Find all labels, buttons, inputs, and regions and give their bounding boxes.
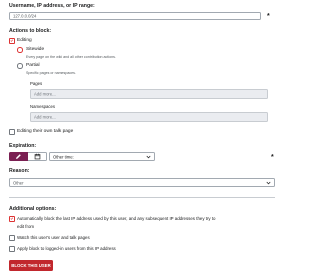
reason-select[interactable]: Other xyxy=(9,178,275,187)
namespaces-placeholder: Add more... xyxy=(34,114,56,120)
sitewide-description: Every page on the wiki and all other con… xyxy=(26,55,116,59)
target-input[interactable]: 127.0.0.0/24 xyxy=(9,12,261,20)
additional-options-label: Additional options: xyxy=(9,206,57,212)
pencil-icon xyxy=(16,154,21,159)
expiration-required-asterisk: * xyxy=(271,154,274,161)
check-icon xyxy=(10,39,14,43)
autoblock-label-line2: edit from xyxy=(17,224,35,229)
expiration-mode-toggle xyxy=(9,152,47,161)
pages-input[interactable]: Add more... xyxy=(30,89,268,99)
target-input-value: 127.0.0.0/24 xyxy=(13,13,37,19)
logged-in-label: Apply block to logged-in users from this… xyxy=(17,246,116,251)
pages-placeholder: Add more... xyxy=(34,91,56,97)
own-talk-checkbox[interactable] xyxy=(9,129,15,135)
calendar-icon xyxy=(34,153,40,160)
infinite-mode-button[interactable] xyxy=(9,152,28,161)
partial-label: Partial xyxy=(26,63,40,68)
editing-checkbox[interactable] xyxy=(9,38,15,44)
editing-label: Editing xyxy=(17,38,32,43)
reason-label: Reason: xyxy=(9,168,30,174)
autoblock-label-line1: Automatically block the last IP address … xyxy=(17,216,216,221)
partial-radio[interactable] xyxy=(17,63,23,69)
actions-label: Actions to block: xyxy=(9,28,52,34)
required-asterisk: * xyxy=(267,13,270,20)
expiration-select-value: Other time: xyxy=(53,154,74,159)
watch-user-label: Watch this user's user and talk pages xyxy=(17,235,90,240)
logged-in-checkbox[interactable] xyxy=(9,246,15,252)
expiration-select[interactable]: Other time: xyxy=(49,152,155,161)
pages-label: Pages xyxy=(30,81,43,86)
target-label: Username, IP address, or IP range: xyxy=(9,3,95,9)
sitewide-label: Sitewide xyxy=(26,47,45,52)
check-icon xyxy=(10,217,14,221)
own-talk-label: Editing their own talk page xyxy=(17,129,74,134)
reason-select-value: Other xyxy=(13,180,24,185)
block-user-button[interactable]: BLOCK THIS USER xyxy=(9,260,53,271)
namespaces-label: Namespaces xyxy=(30,104,56,109)
namespaces-input[interactable]: Add more... xyxy=(30,112,268,122)
chevron-down-icon xyxy=(266,181,271,184)
date-mode-button[interactable] xyxy=(28,152,47,161)
autoblock-checkbox[interactable] xyxy=(9,216,15,222)
watch-user-checkbox[interactable] xyxy=(9,235,15,241)
sitewide-radio[interactable] xyxy=(17,47,23,53)
expiration-label: Expiration: xyxy=(9,143,37,149)
section-divider xyxy=(9,197,275,198)
chevron-down-icon xyxy=(146,155,151,158)
partial-description: Specific pages or namespaces. xyxy=(26,71,76,75)
